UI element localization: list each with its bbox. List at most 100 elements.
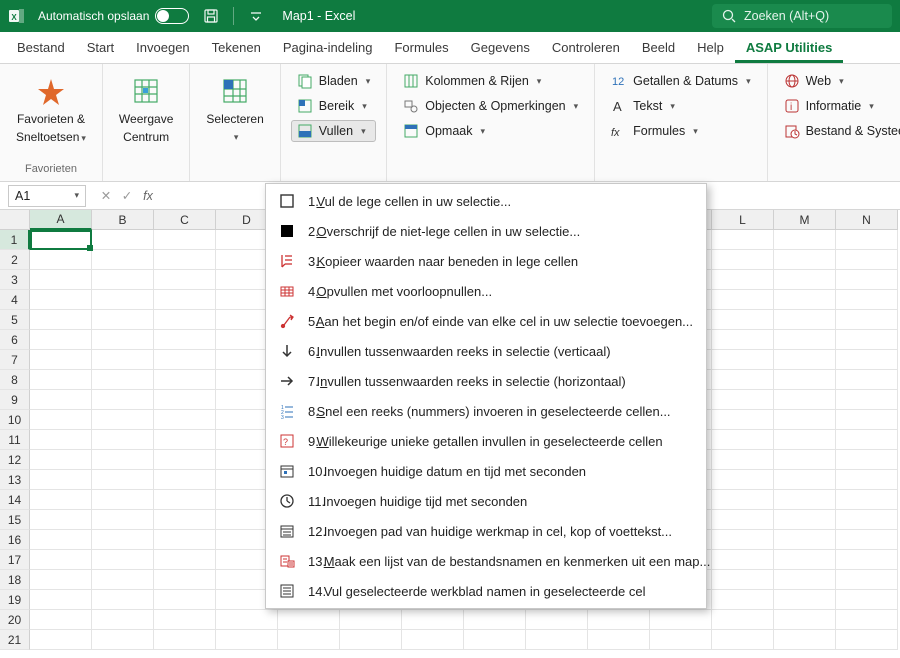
informatie-button[interactable]: i Informatie▾ [778,95,900,117]
web-button[interactable]: Web▾ [778,70,900,92]
cell[interactable] [836,410,898,430]
menu-item-8[interactable]: 1238. Snel een reeks (nummers) invoeren … [266,396,706,426]
cell[interactable] [30,390,92,410]
cell[interactable] [836,450,898,470]
tab-pagina-indeling[interactable]: Pagina-indeling [272,33,384,63]
row-header[interactable]: 4 [0,290,30,310]
tab-bestand[interactable]: Bestand [6,33,76,63]
cell[interactable] [216,610,278,630]
cell[interactable] [774,370,836,390]
menu-item-4[interactable]: 4. Opvullen met voorloopnullen... [266,276,706,306]
cell[interactable] [30,350,92,370]
cell[interactable] [30,230,92,250]
cell[interactable] [774,330,836,350]
cell[interactable] [154,470,216,490]
cell[interactable] [30,510,92,530]
cell[interactable] [712,310,774,330]
cell[interactable] [30,270,92,290]
cell[interactable] [712,370,774,390]
cell[interactable] [836,250,898,270]
bereik-button[interactable]: Bereik▾ [291,95,376,117]
tab-formules[interactable]: Formules [383,33,459,63]
cell[interactable] [92,410,154,430]
menu-item-11[interactable]: 11. Invoegen huidige tijd met seconden [266,486,706,516]
tab-help[interactable]: Help [686,33,735,63]
row-header[interactable]: 14 [0,490,30,510]
cell[interactable] [836,530,898,550]
row-header[interactable]: 5 [0,310,30,330]
row-header[interactable]: 8 [0,370,30,390]
column-header[interactable]: C [154,210,216,230]
objecten-button[interactable]: Objecten & Opmerkingen▾ [397,95,584,117]
cell[interactable] [154,350,216,370]
cell[interactable] [712,470,774,490]
cell[interactable] [30,570,92,590]
cell[interactable] [92,510,154,530]
select-all-cells[interactable] [0,210,30,230]
menu-item-2[interactable]: 2. Overschrijf de niet-lege cellen in uw… [266,216,706,246]
cell[interactable] [712,610,774,630]
cell[interactable] [774,450,836,470]
column-header[interactable]: L [712,210,774,230]
cell[interactable] [464,630,526,650]
cell[interactable] [402,610,464,630]
cell[interactable] [588,630,650,650]
cell[interactable] [712,590,774,610]
cell[interactable] [92,290,154,310]
cell[interactable] [774,570,836,590]
cell[interactable] [154,330,216,350]
cell[interactable] [836,510,898,530]
cell[interactable] [588,610,650,630]
column-header[interactable]: B [92,210,154,230]
cell[interactable] [30,290,92,310]
cell[interactable] [836,230,898,250]
cell[interactable] [92,270,154,290]
cell[interactable] [30,430,92,450]
cell[interactable] [712,630,774,650]
cell[interactable] [836,610,898,630]
cell[interactable] [836,350,898,370]
cell[interactable] [774,250,836,270]
cell[interactable] [774,550,836,570]
cell[interactable] [92,490,154,510]
cell[interactable] [154,630,216,650]
vullen-button[interactable]: Vullen▾ [291,120,376,142]
cell[interactable] [30,490,92,510]
row-header[interactable]: 20 [0,610,30,630]
cell[interactable] [154,450,216,470]
cell[interactable] [836,390,898,410]
cell[interactable] [92,450,154,470]
cell[interactable] [712,510,774,530]
cell[interactable] [712,230,774,250]
getallen-button[interactable]: 12 Getallen & Datums▾ [605,70,756,92]
row-header[interactable]: 7 [0,350,30,370]
accept-formula-button[interactable]: ✓ [118,188,136,203]
cell[interactable] [154,530,216,550]
cell[interactable] [154,290,216,310]
cell[interactable] [92,550,154,570]
cell[interactable] [836,270,898,290]
cell[interactable] [774,410,836,430]
menu-item-7[interactable]: 7. Invullen tussenwaarden reeks in selec… [266,366,706,396]
cell[interactable] [216,630,278,650]
cell[interactable] [526,630,588,650]
cell[interactable] [30,370,92,390]
cell[interactable] [712,530,774,550]
cell[interactable] [774,470,836,490]
row-header[interactable]: 9 [0,390,30,410]
cell[interactable] [402,630,464,650]
cell[interactable] [92,590,154,610]
tekst-button[interactable]: A Tekst▾ [605,95,756,117]
cell[interactable] [836,370,898,390]
menu-item-10[interactable]: 10. Invoegen huidige datum en tijd met s… [266,456,706,486]
cell[interactable] [774,510,836,530]
tab-gegevens[interactable]: Gegevens [460,33,541,63]
cell[interactable] [154,610,216,630]
menu-item-5[interactable]: 5. Aan het begin en/of einde van elke ce… [266,306,706,336]
cell[interactable] [836,570,898,590]
row-header[interactable]: 12 [0,450,30,470]
cell[interactable] [774,270,836,290]
cell[interactable] [836,490,898,510]
cell[interactable] [712,430,774,450]
cell[interactable] [712,290,774,310]
